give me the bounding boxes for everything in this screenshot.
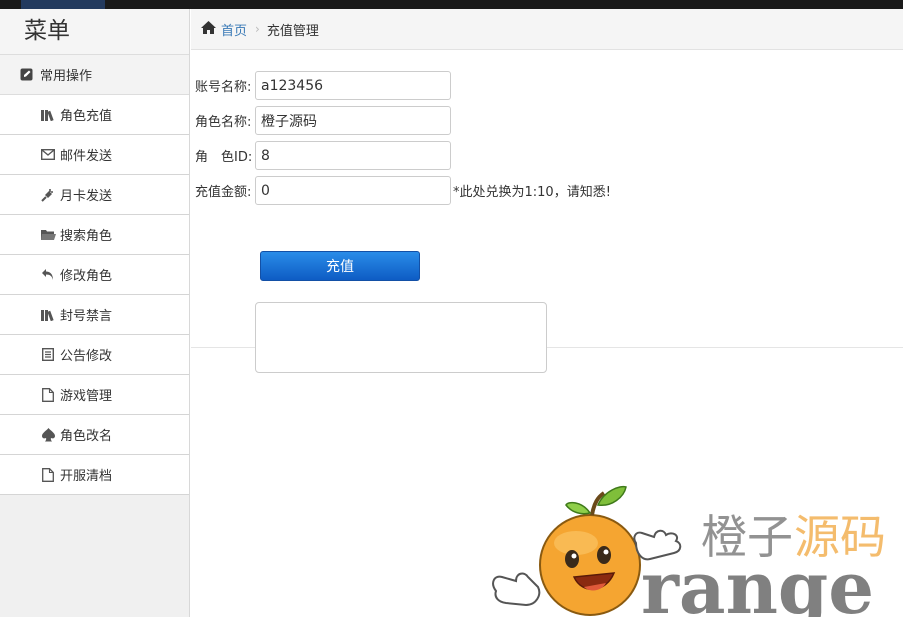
edit-icon — [20, 68, 34, 81]
exchange-hint: *此处兑换为1:10，请知悉! — [453, 185, 611, 200]
role-name-input[interactable] — [255, 106, 451, 135]
top-bar-accent — [21, 0, 105, 9]
recharge-form: 账号名称: 角色名称: 角 色ID: 充值金额: *此处兑换为1:10，请知悉!… — [191, 50, 903, 373]
sidebar-item-monthly-card[interactable]: 月卡发送 — [0, 175, 189, 215]
sidebar-item-game-manage[interactable]: 游戏管理 — [0, 375, 189, 415]
menu-title: 菜单 — [0, 9, 189, 55]
books-icon — [40, 308, 56, 322]
sidebar-item-label: 修改角色 — [60, 269, 113, 284]
undo-icon — [40, 268, 56, 282]
sidebar-item-label: 开服清档 — [60, 469, 113, 484]
section-header-label: 常用操作 — [40, 69, 93, 84]
account-label: 账号名称: — [195, 80, 252, 95]
plug-icon — [40, 188, 56, 202]
sidebar-item-label: 公告修改 — [60, 349, 113, 364]
sidebar: 菜单 常用操作 角色充值 邮件发送 月卡发送 搜索角色 修改角色 封号禁言 公告… — [0, 9, 190, 617]
section-header-common[interactable]: 常用操作 — [0, 55, 189, 95]
amount-row: 充值金额: *此处兑换为1:10，请知悉! — [195, 176, 611, 205]
sidebar-item-search-role[interactable]: 搜索角色 — [0, 215, 189, 255]
file-icon — [40, 387, 56, 402]
home-icon — [201, 20, 216, 38]
sidebar-item-modify-role[interactable]: 修改角色 — [0, 255, 189, 295]
breadcrumb-current: 充值管理 — [266, 23, 319, 39]
sidebar-item-server-reset[interactable]: 开服清档 — [0, 455, 189, 495]
chevron-right-icon: › — [255, 22, 260, 36]
envelope-icon — [40, 148, 56, 162]
spade-icon — [40, 427, 56, 442]
role-id-input[interactable] — [255, 141, 451, 170]
main-content: 首页 › 充值管理 账号名称: 角色名称: 角 色ID: 充值金额: *此处兑换… — [191, 9, 903, 617]
sidebar-item-label: 搜索角色 — [60, 229, 113, 244]
sidebar-item-label: 角色改名 — [60, 429, 113, 444]
amount-label: 充值金额: — [195, 185, 252, 200]
amount-input[interactable] — [255, 176, 451, 205]
sidebar-item-mail-send[interactable]: 邮件发送 — [0, 135, 189, 175]
sidebar-item-label: 月卡发送 — [60, 189, 113, 204]
folder-icon — [40, 228, 56, 242]
list-icon — [40, 348, 56, 362]
top-bar — [0, 0, 903, 9]
sidebar-item-label: 游戏管理 — [60, 389, 113, 404]
sidebar-item-label: 封号禁言 — [60, 309, 113, 324]
books-icon — [40, 108, 56, 122]
recharge-button[interactable]: 充值 — [260, 251, 420, 281]
breadcrumb: 首页 › 充值管理 — [191, 9, 903, 50]
sidebar-item-role-recharge[interactable]: 角色充值 — [0, 95, 189, 135]
role-name-row: 角色名称: — [195, 106, 451, 135]
role-name-label: 角色名称: — [195, 115, 252, 130]
breadcrumb-home-link[interactable]: 首页 — [221, 20, 247, 39]
result-textarea[interactable] — [255, 302, 547, 373]
account-input[interactable] — [255, 71, 451, 100]
sidebar-item-label: 角色充值 — [60, 109, 113, 124]
sidebar-item-notice-edit[interactable]: 公告修改 — [0, 335, 189, 375]
file-icon — [40, 467, 56, 482]
sidebar-item-ban-mute[interactable]: 封号禁言 — [0, 295, 189, 335]
sidebar-item-rename-role[interactable]: 角色改名 — [0, 415, 189, 455]
role-id-label: 角 色ID: — [195, 150, 253, 165]
role-id-row: 角 色ID: — [195, 141, 451, 170]
account-row: 账号名称: — [195, 71, 451, 100]
sidebar-item-label: 邮件发送 — [60, 149, 113, 164]
